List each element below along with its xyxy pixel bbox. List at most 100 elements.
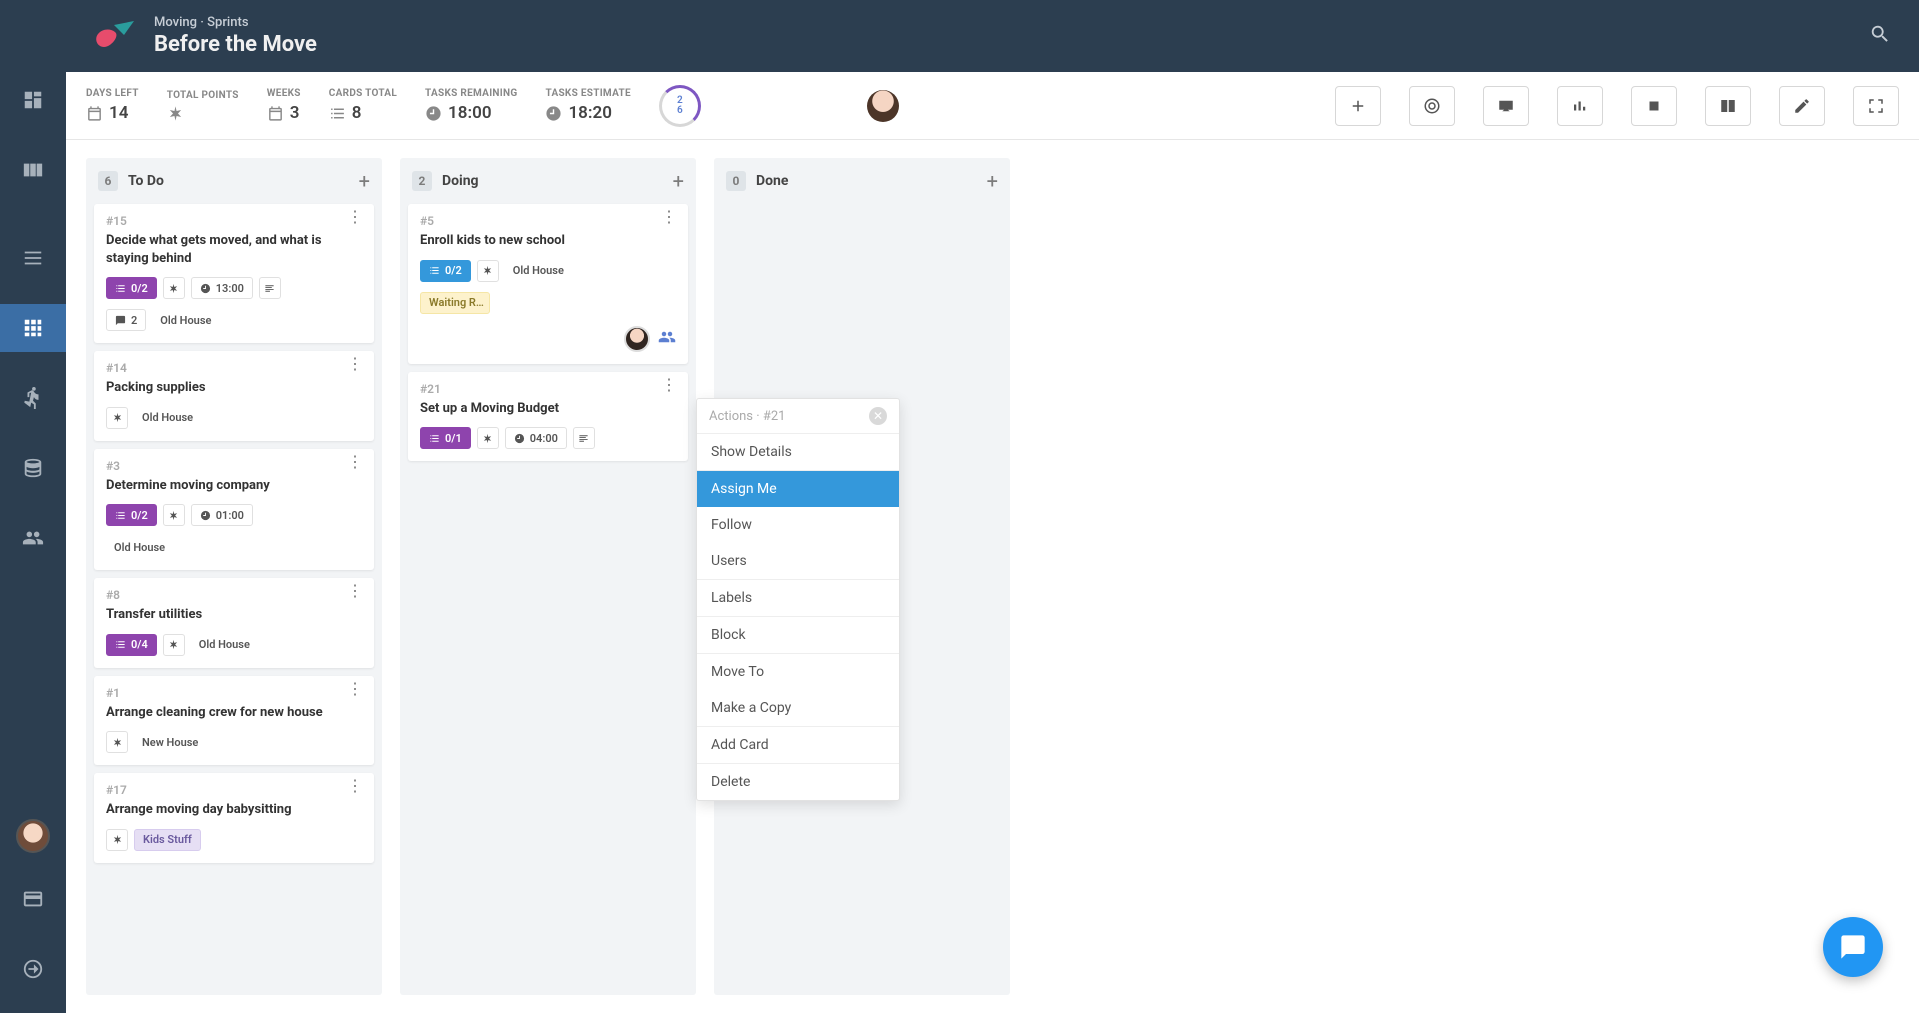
cm-make-copy[interactable]: Make a Copy: [697, 690, 899, 726]
target-icon: [1423, 97, 1441, 115]
target-button[interactable]: [1409, 86, 1455, 126]
column-title: To Do: [128, 173, 349, 189]
sidebar-list[interactable]: [0, 234, 66, 282]
search-icon: [1869, 23, 1891, 45]
time-tag: 13:00: [191, 277, 253, 299]
column-todo: 6 To Do + #15 Decide what gets moved, an…: [86, 158, 382, 995]
cm-assign-me[interactable]: Assign Me: [697, 471, 899, 507]
card-menu-button[interactable]: [347, 214, 362, 220]
card-context-menu: Actions · #21 ✕ Show Details Assign Me F…: [696, 398, 900, 801]
points-tag: [106, 731, 128, 753]
card-icon: [22, 888, 44, 910]
stat-total-points: TOTAL POINTS: [167, 90, 239, 122]
close-button[interactable]: ✕: [869, 407, 887, 425]
card[interactable]: #8 Transfer utilities 0/4 Old House: [94, 578, 374, 668]
card-menu-button[interactable]: [347, 783, 362, 789]
columns-button[interactable]: [1705, 86, 1751, 126]
card-menu-button[interactable]: [347, 686, 362, 692]
card-title: Decide what gets moved, and what is stay…: [106, 232, 362, 267]
points-tag: [106, 829, 128, 851]
add-button[interactable]: [1335, 86, 1381, 126]
card-menu-button[interactable]: [347, 361, 362, 367]
progress-ring[interactable]: 2 6: [659, 85, 701, 127]
card[interactable]: #1 Arrange cleaning crew for new house N…: [94, 676, 374, 766]
fullscreen-button[interactable]: [1853, 86, 1899, 126]
card[interactable]: #3 Determine moving company 0/2 01:00 Ol…: [94, 449, 374, 571]
sidebar-running[interactable]: [0, 374, 66, 422]
present-icon: [1497, 97, 1515, 115]
sidebar-logout[interactable]: [0, 945, 66, 993]
card-menu-button[interactable]: [661, 382, 676, 388]
comments-tag: 2: [106, 309, 146, 331]
stat-cards-total: CARDS TOTAL 8: [329, 88, 397, 123]
context-menu-title: Actions · #21: [709, 409, 785, 424]
breadcrumb[interactable]: Moving · Sprints: [154, 15, 1869, 30]
checklist-tag: 0/2: [106, 504, 157, 526]
stat-tasks-estimate: TASKS ESTIMATE 18:20: [545, 88, 630, 123]
header: Moving · Sprints Before the Move: [66, 0, 1919, 72]
card[interactable]: #21 Set up a Moving Budget 0/1 04:00: [408, 372, 688, 462]
edit-button[interactable]: [1779, 86, 1825, 126]
sidebar-dashboard[interactable]: [0, 76, 66, 124]
stat-days-left: DAYS LEFT 14: [86, 88, 139, 123]
search-button[interactable]: [1869, 23, 1891, 49]
clock-icon: [425, 105, 442, 122]
stat-weeks: WEEKS 3: [267, 88, 301, 123]
cm-labels[interactable]: Labels: [697, 580, 899, 616]
stop-button[interactable]: [1631, 86, 1677, 126]
card[interactable]: #17 Arrange moving day babysitting Kids …: [94, 773, 374, 863]
card-title: Arrange moving day babysitting: [106, 801, 362, 819]
grid-icon: [22, 317, 44, 339]
sidebar-boards[interactable]: [0, 146, 66, 194]
points-tag: [477, 260, 499, 282]
add-card-button[interactable]: +: [359, 169, 370, 193]
clock-icon: [200, 283, 211, 294]
assignee-avatar[interactable]: [624, 326, 650, 352]
label-tag: Old House: [152, 309, 219, 331]
cm-follow[interactable]: Follow: [697, 507, 899, 543]
card[interactable]: #14 Packing supplies Old House: [94, 351, 374, 441]
checklist-tag: 0/2: [420, 260, 471, 282]
cm-show-details[interactable]: Show Details: [697, 434, 899, 470]
sidebar-billing[interactable]: [0, 875, 66, 923]
status-tag: Waiting R…: [420, 292, 490, 314]
sidebar-storage[interactable]: [0, 444, 66, 492]
board: 6 To Do + #15 Decide what gets moved, an…: [66, 140, 1919, 1013]
cm-delete[interactable]: Delete: [697, 764, 899, 800]
card-id: #1: [106, 686, 120, 700]
cm-block[interactable]: Block: [697, 617, 899, 653]
asterisk-icon: [168, 283, 179, 294]
add-card-button[interactable]: +: [673, 169, 684, 193]
column-title: Done: [756, 173, 977, 189]
user-avatar[interactable]: [16, 819, 50, 853]
card-menu-button[interactable]: [347, 588, 362, 594]
card[interactable]: #15 Decide what gets moved, and what is …: [94, 204, 374, 343]
points-tag: [163, 504, 185, 526]
card-title: Transfer utilities: [106, 606, 362, 624]
assignee-avatar[interactable]: [867, 90, 899, 122]
group-icon[interactable]: [658, 328, 676, 350]
sidebar-team[interactable]: [0, 514, 66, 562]
card[interactable]: #5 Enroll kids to new school 0/2 Old Hou…: [408, 204, 688, 364]
cm-add-card[interactable]: Add Card: [697, 727, 899, 763]
card-id: #15: [106, 214, 127, 228]
dashboard-icon: [22, 89, 44, 111]
card-menu-button[interactable]: [661, 214, 676, 220]
columns-icon: [1719, 97, 1737, 115]
card-menu-button[interactable]: [347, 459, 362, 465]
column-count: 6: [98, 171, 118, 191]
logout-icon: [22, 958, 44, 980]
toolbar: DAYS LEFT 14 TOTAL POINTS WEEKS 3 CARDS …: [66, 72, 1919, 140]
app-logo[interactable]: [94, 21, 140, 51]
add-card-button[interactable]: +: [987, 169, 998, 193]
chat-fab[interactable]: [1823, 917, 1883, 977]
plus-icon: [1349, 97, 1367, 115]
cm-users[interactable]: Users: [697, 543, 899, 579]
fullscreen-icon: [1867, 97, 1885, 115]
sidebar-grid[interactable]: [0, 304, 66, 352]
points-tag: [477, 427, 499, 449]
chart-button[interactable]: [1557, 86, 1603, 126]
cm-move-to[interactable]: Move To: [697, 654, 899, 690]
present-button[interactable]: [1483, 86, 1529, 126]
label-tag: Kids Stuff: [134, 829, 201, 851]
